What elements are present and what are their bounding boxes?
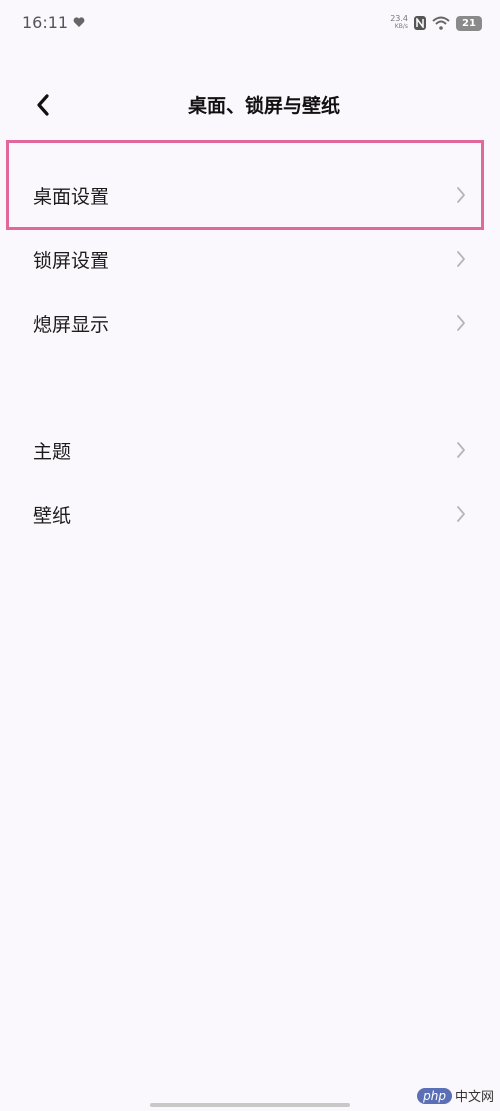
list-item-theme[interactable]: 主题 xyxy=(0,418,500,482)
settings-list-display: 桌面设置 锁屏设置 熄屏显示 xyxy=(0,163,500,355)
watermark: php 中文网 xyxy=(417,1086,494,1105)
settings-list-appearance: 主题 壁纸 xyxy=(0,418,500,546)
list-item-lockscreen-settings[interactable]: 锁屏设置 xyxy=(0,227,500,291)
chevron-right-icon xyxy=(454,313,468,333)
battery-icon: 21 xyxy=(456,15,482,31)
net-speed-value: 23.4 xyxy=(390,14,408,23)
chevron-right-icon xyxy=(454,440,468,460)
home-indicator[interactable] xyxy=(150,1103,350,1107)
list-item-label: 桌面设置 xyxy=(33,185,110,208)
net-speed: 23.4 KB/s xyxy=(390,15,408,31)
list-item-label: 锁屏设置 xyxy=(33,249,110,272)
net-speed-unit: KB/s xyxy=(394,23,408,30)
watermark-badge: php xyxy=(417,1087,452,1104)
chevron-right-icon xyxy=(454,504,468,524)
status-bar: 16:11 23.4 KB/s 21 xyxy=(0,0,500,46)
list-item-wallpaper[interactable]: 壁纸 xyxy=(0,482,500,546)
heart-icon xyxy=(73,17,85,27)
status-icons: 23.4 KB/s 21 xyxy=(390,13,482,33)
chevron-right-icon xyxy=(454,185,468,205)
list-item-label: 熄屏显示 xyxy=(33,313,110,336)
list-item-label: 主题 xyxy=(33,440,72,463)
page-title: 桌面、锁屏与壁纸 xyxy=(187,95,340,117)
list-item-label: 壁纸 xyxy=(33,504,72,527)
nfc-icon xyxy=(414,16,426,30)
list-item-always-on-display[interactable]: 熄屏显示 xyxy=(0,291,500,355)
chevron-right-icon xyxy=(454,249,468,269)
watermark-text: 中文网 xyxy=(454,1090,494,1105)
list-item-desktop-settings[interactable]: 桌面设置 xyxy=(0,163,500,227)
title-bar: 桌面、锁屏与壁纸 xyxy=(0,78,500,132)
wifi-icon xyxy=(432,16,450,30)
status-time: 16:11 xyxy=(22,13,69,32)
